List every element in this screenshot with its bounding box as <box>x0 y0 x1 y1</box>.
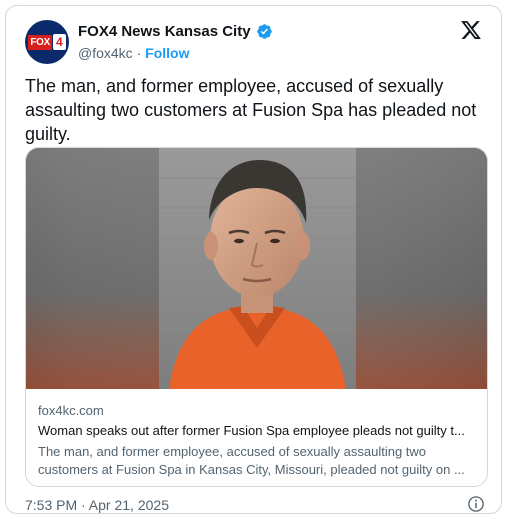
handle-row: @fox4kc · Follow <box>78 45 189 61</box>
link-domain: fox4kc.com <box>38 403 104 418</box>
image-blur-right <box>354 148 487 389</box>
link-description: The man, and former employee, accused of… <box>38 444 465 477</box>
avatar[interactable]: FOX 4 <box>25 20 69 64</box>
timestamp[interactable]: 7:53 PM · Apr 21, 2025 <box>25 497 169 513</box>
image-blur-left <box>26 148 159 389</box>
mugshot-photo <box>159 148 356 389</box>
link-title[interactable]: Woman speaks out after former Fusion Spa… <box>38 423 475 438</box>
link-meta: fox4kc.com Woman speaks out after former… <box>26 389 487 479</box>
logo-word: FOX <box>28 34 52 50</box>
tweet-embed: FOX 4 FOX4 News Kansas City @fox4kc · Fo… <box>5 5 502 514</box>
follow-button[interactable]: Follow <box>145 45 189 61</box>
link-preview-card[interactable]: fox4kc.com Woman speaks out after former… <box>25 147 488 487</box>
handle[interactable]: @fox4kc <box>78 45 133 61</box>
fox4-logo: FOX 4 <box>28 31 66 53</box>
separator: · <box>136 45 142 61</box>
verified-badge-icon <box>256 24 272 39</box>
display-name[interactable]: FOX4 News Kansas City <box>78 23 251 40</box>
logo-number: 4 <box>52 34 66 50</box>
info-icon[interactable] <box>467 495 485 513</box>
link-preview-image <box>26 148 487 389</box>
tweet-text: The man, and former employee, accused of… <box>25 76 477 144</box>
x-logo-icon[interactable] <box>460 19 482 41</box>
account-name-row: FOX4 News Kansas City <box>78 23 273 40</box>
